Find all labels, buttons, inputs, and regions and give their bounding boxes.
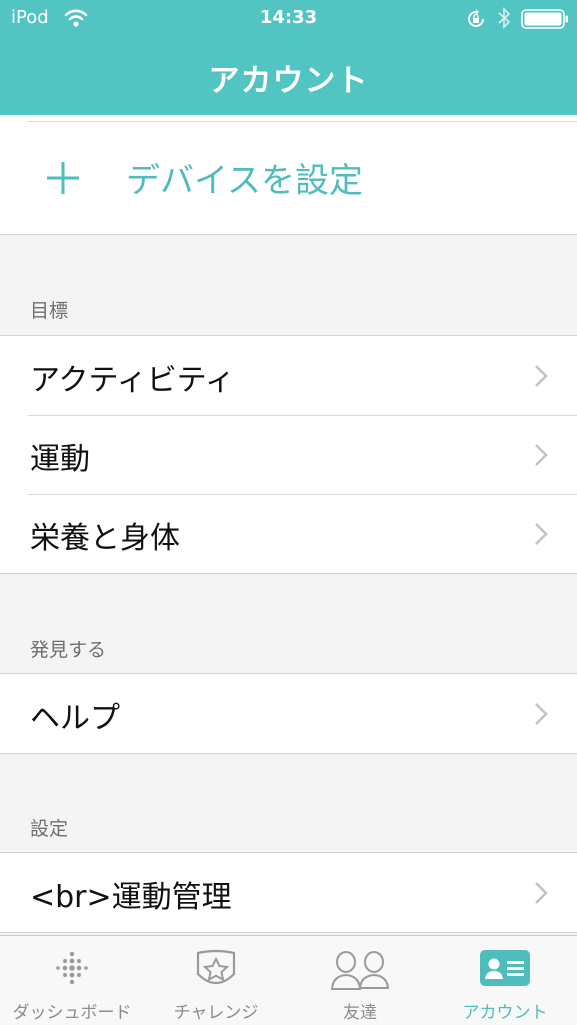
chevron-right-icon <box>533 521 549 551</box>
tab-account[interactable]: アカウント <box>433 936 577 1025</box>
list-item-help[interactable]: ヘルプ <box>0 674 577 753</box>
clock: 14:33 <box>259 7 318 28</box>
discover-group: ヘルプ <box>0 673 577 754</box>
section-header-discover: 発見する <box>30 639 107 661</box>
list-item-activity[interactable]: アクティビティ <box>0 336 577 415</box>
header: iPod 14:33 アカウント <box>0 0 577 115</box>
battery-icon <box>521 9 569 33</box>
row-label: 栄養と身体 <box>30 521 180 556</box>
section-header-settings: 設定 <box>30 818 69 840</box>
tab-label: ダッシュボード <box>12 1003 132 1023</box>
add-device-row[interactable]: デバイスを設定 <box>0 115 577 235</box>
tab-friends[interactable]: 友達 <box>288 936 432 1025</box>
list-item-nutrition-body[interactable]: 栄養と身体 <box>0 494 577 573</box>
star-badge-icon <box>144 948 288 996</box>
tab-bar: ダッシュボード チャレンジ 友達 アカウント <box>0 935 577 1025</box>
row-label: 運動 <box>30 442 90 477</box>
add-device-label: デバイスを設定 <box>126 161 363 201</box>
chevron-right-icon <box>533 880 549 910</box>
settings-group: <br>運動管理 <box>0 852 577 933</box>
divider <box>28 121 577 122</box>
tab-label: 友達 <box>343 1003 377 1023</box>
dashboard-dots-icon <box>0 948 144 992</box>
tab-label: アカウント <box>462 1003 548 1023</box>
row-label: ヘルプ <box>30 701 120 736</box>
chevron-right-icon <box>533 701 549 731</box>
tab-label: チャレンジ <box>173 1003 259 1023</box>
chevron-right-icon <box>533 442 549 472</box>
page-title: アカウント <box>208 63 369 99</box>
friends-icon <box>288 948 432 996</box>
row-label: <br>運動管理 <box>30 880 232 915</box>
status-bar: iPod 14:33 <box>0 0 577 38</box>
rotation-lock-icon <box>465 8 487 34</box>
section-header-goals: 目標 <box>30 300 69 322</box>
chevron-right-icon <box>533 363 549 393</box>
tab-dashboard[interactable]: ダッシュボード <box>0 936 144 1025</box>
bluetooth-icon <box>497 6 511 34</box>
plus-icon <box>45 160 81 200</box>
list-item-exercise-management[interactable]: <br>運動管理 <box>0 853 577 932</box>
tab-challenges[interactable]: チャレンジ <box>144 936 288 1025</box>
account-card-icon <box>433 948 577 992</box>
row-label: アクティビティ <box>30 363 235 398</box>
list-item-exercise[interactable]: 運動 <box>0 415 577 494</box>
goals-group: アクティビティ 運動 栄養と身体 <box>0 335 577 574</box>
